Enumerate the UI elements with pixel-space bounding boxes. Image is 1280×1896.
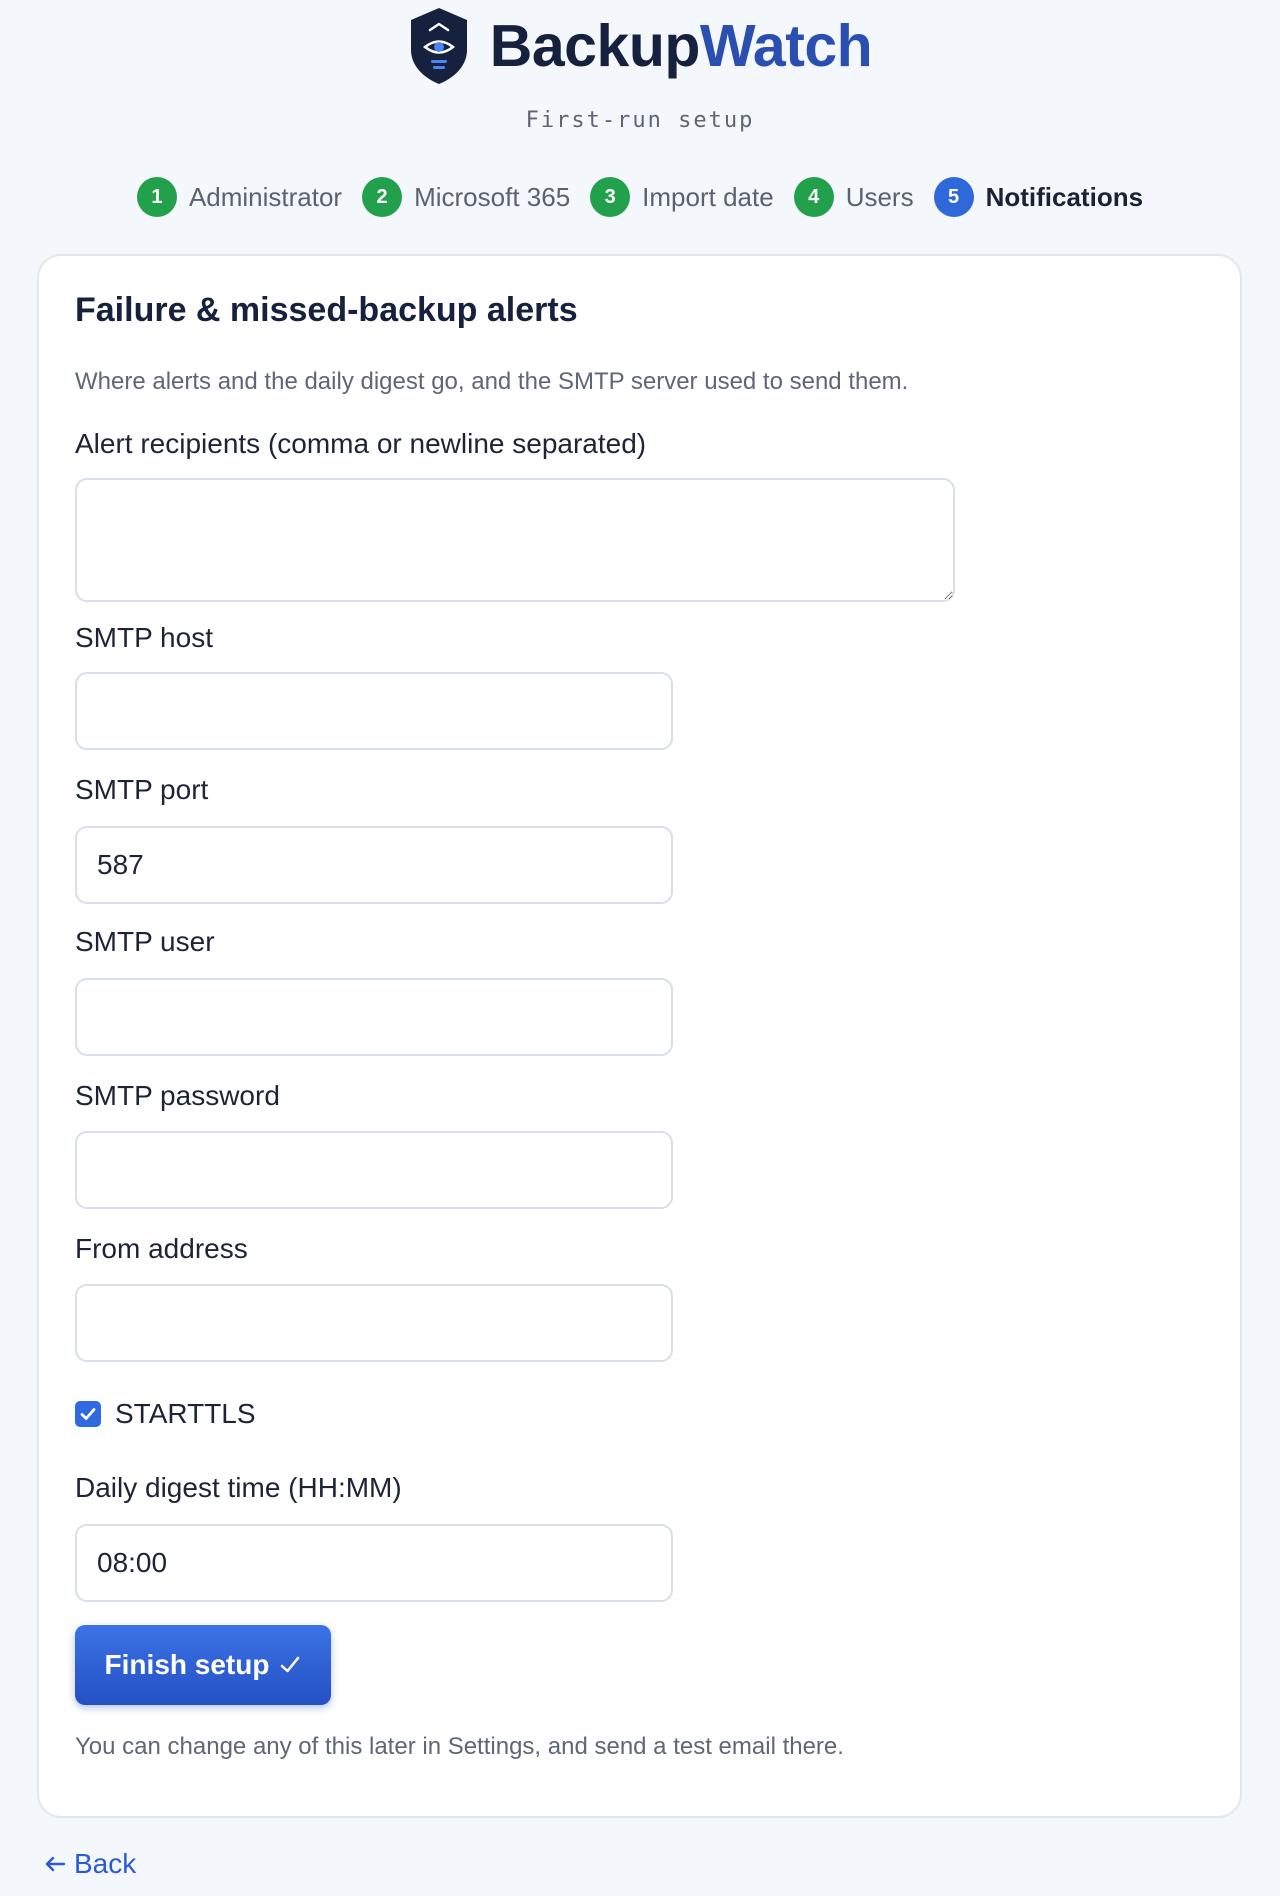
smtp-port-input[interactable]: [75, 826, 673, 904]
step-label: Import date: [642, 181, 774, 212]
step-number: 2: [362, 177, 403, 217]
recipients-label: Alert recipients (comma or newline separ…: [75, 428, 647, 459]
back-link[interactable]: Back: [44, 1848, 136, 1880]
step-number: 1: [136, 177, 177, 217]
step-label: Administrator: [188, 181, 343, 212]
step-users[interactable]: 4 Users: [793, 177, 914, 217]
step-label: Microsoft 365: [414, 181, 571, 212]
step-notifications: 5 Notifications: [933, 177, 1144, 217]
brand-name-part2: Watch: [699, 13, 873, 79]
setup-stepper: 1 Administrator 2 Microsoft 365 3 Import…: [0, 177, 1280, 217]
digest-time-input[interactable]: [75, 1524, 673, 1602]
smtp-port-label: SMTP port: [75, 774, 209, 805]
step-label: Notifications: [985, 181, 1144, 212]
back-label: Back: [74, 1848, 137, 1879]
brand-name: BackupWatch: [489, 12, 873, 80]
step-number: 3: [590, 177, 631, 217]
step-administrator[interactable]: 1 Administrator: [136, 177, 343, 217]
brand-row: BackupWatch: [408, 6, 873, 86]
arrow-left-icon: [45, 1856, 66, 1872]
setup-subtitle: First-run setup: [525, 108, 755, 133]
notifications-card: Failure & missed-backup alerts Where ale…: [37, 254, 1242, 1818]
recipients-textarea[interactable]: [75, 478, 955, 602]
step-number: 5: [933, 177, 974, 217]
finish-setup-label: Finish setup: [104, 1649, 270, 1680]
starttls-label: STARTTLS: [115, 1398, 256, 1429]
smtp-user-label: SMTP user: [75, 926, 215, 957]
checkmark-icon: [281, 1656, 300, 1673]
smtp-host-label: SMTP host: [75, 622, 213, 653]
starttls-checkbox[interactable]: [75, 1401, 101, 1427]
finish-setup-button[interactable]: Finish setup: [75, 1625, 331, 1705]
from-address-label: From address: [75, 1233, 248, 1264]
brand-name-part1: Backup: [489, 13, 701, 79]
shield-eye-icon: [410, 8, 467, 84]
brand-header: BackupWatch: [0, 6, 1280, 91]
from-address-input[interactable]: [75, 1284, 673, 1362]
smtp-password-label: SMTP password: [75, 1080, 280, 1111]
step-microsoft-365[interactable]: 2 Microsoft 365: [362, 177, 570, 217]
checkmark-icon: [80, 1408, 96, 1420]
smtp-user-input[interactable]: [75, 978, 673, 1056]
step-number: 4: [793, 177, 834, 217]
step-import-date[interactable]: 3 Import date: [590, 177, 774, 217]
digest-time-label: Daily digest time (HH:MM): [75, 1472, 402, 1503]
step-label: Users: [845, 181, 914, 212]
smtp-password-input[interactable]: [75, 1131, 673, 1209]
smtp-host-input[interactable]: [75, 672, 673, 750]
starttls-row[interactable]: STARTTLS: [75, 1398, 256, 1430]
card-title: Failure & missed-backup alerts: [75, 291, 578, 329]
help-text: You can change any of this later in Sett…: [75, 1733, 844, 1760]
card-description: Where alerts and the daily digest go, an…: [75, 368, 909, 395]
